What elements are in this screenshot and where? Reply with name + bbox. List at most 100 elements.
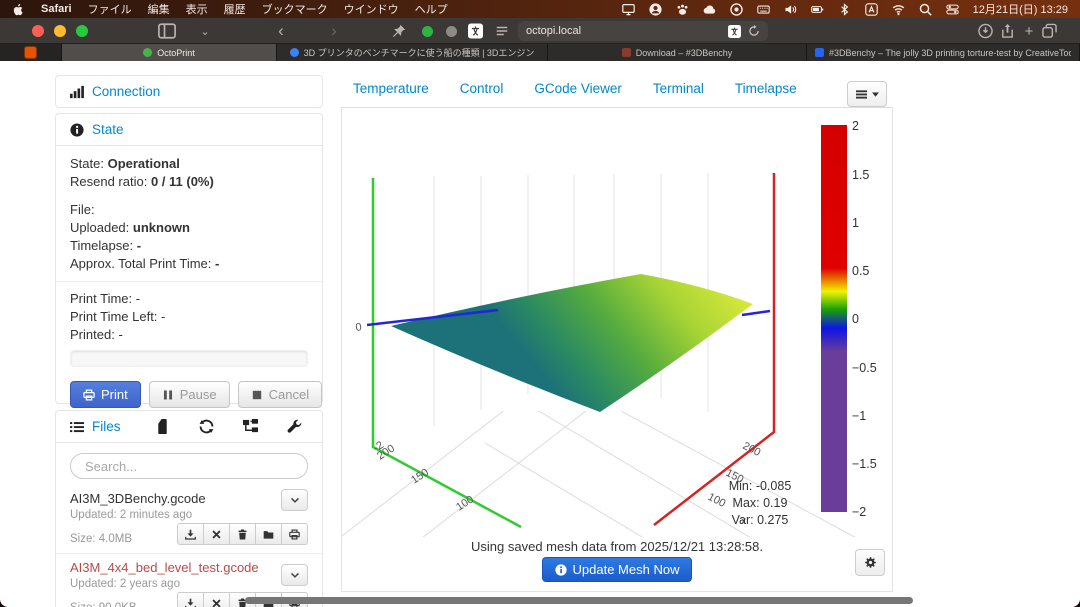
window-minimize-button[interactable] [54, 25, 66, 37]
keyboard-icon[interactable] [757, 3, 770, 16]
sidebar-toggle-icon[interactable] [158, 22, 176, 40]
wifi-icon[interactable] [892, 3, 905, 16]
tab-terminal[interactable]: Terminal [653, 81, 704, 96]
connection-panel-header[interactable]: Connection [56, 76, 322, 107]
tab-3d-printer-benchmark[interactable]: 3D プリンタのベンチマークに使う船の種類 | 3Dエンジン [277, 44, 548, 61]
octoprint-page: Connection State State: Operational Rese… [0, 61, 1080, 607]
file-details-toggle[interactable] [281, 489, 308, 511]
chevron-down-icon [290, 570, 300, 580]
file-entry[interactable]: AI3M_3DBenchy.gcode Updated: 2 minutes a… [56, 485, 322, 553]
translate-extension-icon[interactable] [468, 22, 483, 40]
macos-menubar: Safari ファイル 編集 表示 履歴 ブックマーク ウインドウ ヘルプ 12… [0, 0, 1080, 18]
tab-overview-icon[interactable] [1042, 22, 1057, 40]
file-delete-button[interactable] [204, 523, 230, 545]
address-bar[interactable]: octopi.local [518, 21, 768, 41]
tab-temperature[interactable]: Temperature [353, 81, 429, 96]
file-download-button[interactable] [177, 592, 204, 607]
tab-3dbenchy-creativetools[interactable]: #3DBenchy – The jolly 3D printing tortur… [807, 44, 1080, 61]
svg-text:1: 1 [852, 216, 859, 230]
volume-icon[interactable] [784, 3, 797, 16]
file-print-button[interactable] [282, 523, 308, 545]
menu-history[interactable]: 履歴 [224, 1, 246, 17]
cancel-button[interactable]: Cancel [238, 381, 322, 408]
pin-extension-icon[interactable] [392, 22, 406, 40]
mesh-surface [391, 274, 753, 412]
battery-icon[interactable] [811, 3, 824, 16]
record-circle-icon[interactable] [730, 3, 743, 16]
svg-text:−0.5: −0.5 [852, 361, 877, 375]
horizontal-scrollbar[interactable] [245, 597, 913, 604]
extension-green-icon[interactable] [422, 26, 433, 37]
refresh-icon[interactable] [199, 419, 214, 434]
menu-bookmarks[interactable]: ブックマーク [262, 1, 328, 17]
wrench-icon[interactable] [287, 419, 302, 434]
print-button[interactable]: Print [70, 381, 141, 408]
tab-gcode-viewer[interactable]: GCode Viewer [534, 81, 622, 96]
menu-window[interactable]: ウインドウ [344, 1, 399, 17]
reload-icon[interactable] [748, 25, 760, 37]
user-circle-icon[interactable] [649, 3, 662, 16]
signal-bars-icon [70, 85, 84, 99]
tab-title: #3DBenchy – The jolly 3D printing tortur… [829, 48, 1071, 58]
menu-app-safari[interactable]: Safari [41, 3, 72, 15]
new-tab-button[interactable]: + [1020, 22, 1038, 40]
menu-edit[interactable]: 編集 [148, 1, 170, 17]
cloud-icon[interactable] [703, 3, 716, 16]
x-icon [211, 598, 222, 607]
connection-panel-title[interactable]: Connection [92, 84, 160, 99]
tab-overflow-menu-button[interactable] [847, 81, 887, 107]
printer-icon [289, 529, 300, 540]
update-mesh-button[interactable]: Update Mesh Now [542, 557, 693, 582]
back-button[interactable]: ‹ [272, 22, 290, 40]
files-panel-header[interactable]: Files [56, 411, 322, 442]
sidebar-chevron-icon[interactable]: ⌄ [196, 22, 214, 40]
sd-card-icon[interactable] [155, 419, 170, 434]
tab-octoprint[interactable]: OctoPrint [62, 44, 277, 61]
state-value: Operational [108, 156, 180, 171]
file-delete-button[interactable] [204, 592, 230, 607]
bed-mesh-3d-plot[interactable]: 0 -2 200 150 100 200 150 100 x Min: -0.0… [342, 113, 894, 537]
file-details-toggle[interactable] [281, 564, 308, 586]
file-download-button[interactable] [177, 523, 204, 545]
plugin-settings-button[interactable] [855, 549, 885, 576]
tab-timelapse[interactable]: Timelapse [735, 81, 797, 96]
tab-control[interactable]: Control [460, 81, 504, 96]
files-panel-title[interactable]: Files [92, 419, 121, 434]
window-zoom-button[interactable] [76, 25, 88, 37]
folder-tree-icon[interactable] [243, 419, 258, 434]
share-icon[interactable] [1000, 22, 1015, 40]
file-trash-button[interactable] [230, 523, 256, 545]
control-center-icon[interactable] [946, 3, 959, 16]
forward-button[interactable]: › [325, 22, 343, 40]
search-icon[interactable] [919, 3, 932, 16]
pause-button[interactable]: Pause [149, 381, 230, 408]
file-load-button[interactable] [256, 523, 282, 545]
menubar-clock[interactable]: 12月21日(日) 13:29 [973, 1, 1068, 17]
paw-icon[interactable] [676, 3, 689, 16]
file-name[interactable]: AI3M_4x4_bed_level_test.gcode [70, 560, 295, 575]
tab-download-3dbenchy[interactable]: Download – #3DBenchy [548, 44, 807, 61]
state-panel-body: State: Operational Resend ratio: 0 / 11 … [56, 145, 322, 417]
extension-gray-icon[interactable] [446, 26, 457, 37]
mesh-data-caption: Using saved mesh data from 2025/12/21 13… [342, 539, 892, 554]
menu-file[interactable]: ファイル [88, 1, 132, 17]
state-panel-header[interactable]: State [56, 114, 322, 145]
window-close-button[interactable] [32, 25, 44, 37]
tab-favicon [622, 48, 631, 57]
menu-help[interactable]: ヘルプ [415, 1, 448, 17]
svg-text:−1.5: −1.5 [852, 457, 877, 471]
display-icon[interactable] [622, 3, 635, 16]
reader-extension-icon[interactable] [495, 22, 509, 40]
safari-toolbar: ⌄ ‹ › octopi.local + [0, 18, 1080, 44]
state-panel-title[interactable]: State [92, 122, 124, 137]
chevron-down-icon [290, 495, 300, 505]
apple-logo-icon[interactable] [12, 3, 25, 16]
bluetooth-icon[interactable] [838, 3, 851, 16]
input-source-icon[interactable] [865, 3, 878, 16]
file-name[interactable]: AI3M_3DBenchy.gcode [70, 491, 295, 506]
translate-badge-icon[interactable] [728, 25, 741, 38]
menu-view[interactable]: 表示 [186, 1, 208, 17]
downloads-icon[interactable] [978, 22, 993, 40]
file-search-input[interactable] [70, 453, 308, 479]
pinned-tab-octoprint[interactable] [0, 44, 62, 61]
